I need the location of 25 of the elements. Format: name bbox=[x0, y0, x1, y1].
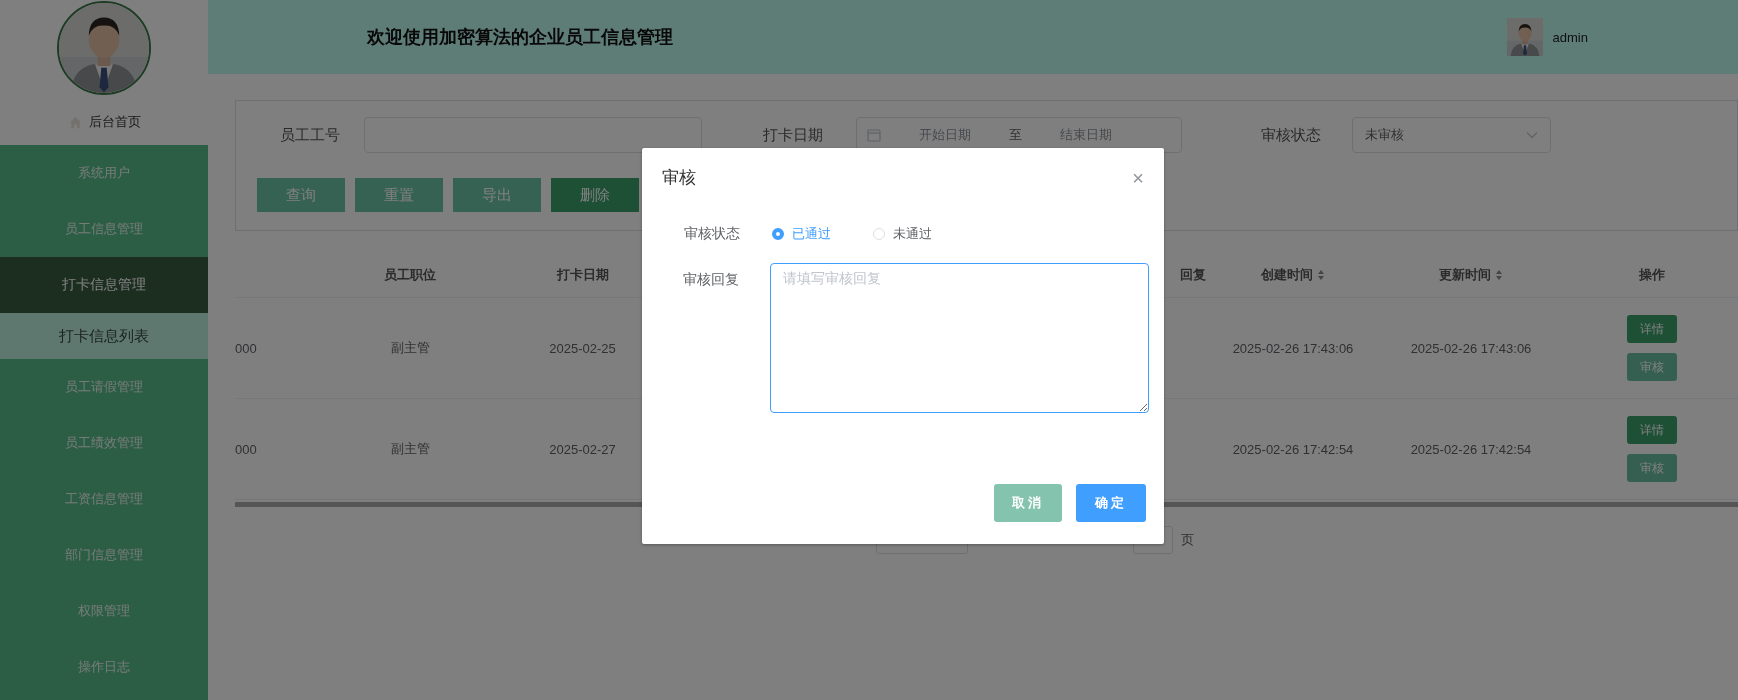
table-cell: 2025-02-26 17:42:54 bbox=[1410, 441, 1532, 457]
page-title: 欢迎使用加密算法的企业员工信息管理 bbox=[367, 26, 673, 49]
table-cell: 2025-02-26 17:42:54 bbox=[1232, 441, 1354, 457]
field-label: 员工工号 bbox=[279, 125, 341, 145]
table-cell: 2025-02-25 bbox=[549, 340, 616, 356]
field-label: 审核状态 bbox=[683, 225, 741, 243]
field-label: 审核回复 bbox=[681, 271, 740, 289]
table-cell: 2025-02-26 17:43:06 bbox=[1232, 340, 1354, 356]
column-header: 更新时间 bbox=[1439, 266, 1491, 284]
field-label: 打卡日期 bbox=[762, 125, 824, 145]
table-cell: 000 bbox=[235, 441, 257, 457]
table-cell: 000 bbox=[235, 340, 257, 356]
column-header: 创建时间 bbox=[1261, 266, 1313, 284]
table-cell: 2025-02-27 bbox=[549, 441, 616, 457]
table-cell: 2025-02-26 17:43:06 bbox=[1410, 340, 1532, 356]
page-label: 页 bbox=[1181, 531, 1194, 549]
table-cell: 副主管 bbox=[390, 440, 430, 458]
field-label: 审核状态 bbox=[1260, 125, 1322, 145]
column-header: 操作 bbox=[1639, 266, 1665, 284]
dialog-title: 审核 bbox=[662, 167, 696, 189]
table-cell: 副主管 bbox=[390, 339, 430, 357]
column-header: 回复 bbox=[1180, 266, 1206, 284]
range-separator: 至 bbox=[1009, 126, 1022, 144]
column-header: 员工职位 bbox=[384, 266, 436, 284]
column-header: 打卡日期 bbox=[556, 266, 609, 284]
